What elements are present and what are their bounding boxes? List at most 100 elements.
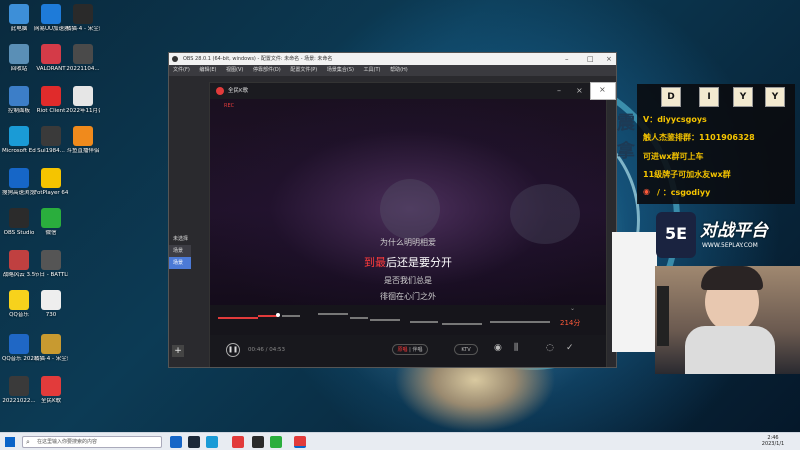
desktop-icon[interactable]: 斗鱼直播伴侣 <box>66 126 100 155</box>
desktop-icon[interactable]: OBS Studio <box>2 208 36 237</box>
karaoke-control-bar: ❚❚ 00:46 / 04:53 原唱 | 伴唱 KTV ◉ ⫼ ◌ ✓ <box>210 335 606 367</box>
desktop-icon[interactable]: Microsoft Edge <box>2 126 36 155</box>
brand-logo-block: 5E 对战平台 WWW.5EPLAY.COM <box>656 212 796 262</box>
menu-docks[interactable]: 停靠部件(D) <box>253 67 281 73</box>
desktop-icon[interactable]: 微信 <box>34 208 68 237</box>
desktop-icon[interactable]: FotPlayer 64 bit <box>34 168 68 197</box>
taskbar-clock[interactable]: 2:46 2023/1/1 <box>758 435 788 447</box>
equalizer-icon[interactable]: ⫼ <box>514 343 518 353</box>
overlay-letter: Y <box>733 87 753 107</box>
pitch-bar <box>490 321 550 323</box>
wallpaper-character <box>395 360 555 432</box>
collapse-icon[interactable]: ⌄ <box>570 305 575 312</box>
minimize-icon[interactable]: – <box>565 53 569 65</box>
menu-view[interactable]: 视图(V) <box>226 67 243 73</box>
accompany-label: 伴唱 <box>412 347 423 353</box>
mic-settings-icon[interactable]: ◉ <box>494 343 502 353</box>
taskbar-obs-icon[interactable] <box>252 436 264 448</box>
desktop-icon-image <box>41 4 61 24</box>
desktop-icon[interactable]: QQ音乐 20221021... <box>2 334 36 363</box>
close-icon[interactable]: × <box>599 85 606 94</box>
obs-no-selection-label: 未选择 <box>173 236 189 242</box>
windows-start-icon[interactable] <box>5 437 15 447</box>
close-icon[interactable]: × <box>606 53 612 65</box>
desktop-icon[interactable]: 控制面板 <box>2 86 36 115</box>
taskbar: ⌕ 在这里输入你要搜索的内容 2:46 2023/1/1 <box>0 432 800 450</box>
close-icon[interactable]: × <box>576 83 583 99</box>
ktv-mode-button[interactable]: KTV <box>454 344 478 355</box>
loop-icon[interactable]: ◌ <box>546 343 554 353</box>
desktop-icon[interactable]: 橘猫·4 - 宋尘蓬博 (2) <box>66 4 100 33</box>
desktop-icon[interactable]: 20221022... <box>2 376 36 405</box>
desktop-icon-label: QQ音乐 20221021... <box>2 356 36 362</box>
desktop-icon[interactable]: Riot Client <box>34 86 68 115</box>
taskbar-steam-icon[interactable] <box>188 436 200 448</box>
finish-check-icon[interactable]: ✓ <box>566 343 574 353</box>
desktop-icon-label: FotPlayer 64 bit <box>34 190 68 196</box>
desktop-icon-image <box>73 126 93 146</box>
desktop-icon-image <box>9 44 29 64</box>
menu-tools[interactable]: 工具(T) <box>364 67 381 73</box>
search-placeholder: 在这里输入你要搜索的内容 <box>37 439 98 445</box>
desktop-icon-label: 控制面板 <box>7 108 30 114</box>
menu-scene-collection[interactable]: 场景集合(S) <box>327 67 354 73</box>
karaoke-window[interactable]: 全民K歌 – × REC 为什么明明相爱 到最后还是要分开 是否我们总是 徘徊在… <box>209 82 607 367</box>
lyric-line-next2: 徘徊在心门之外 <box>380 292 436 301</box>
karaoke-title-bar[interactable]: 全民K歌 – × <box>210 83 606 99</box>
menu-edit[interactable]: 编辑(E) <box>199 67 216 73</box>
taskbar-wechat-icon[interactable] <box>270 436 282 448</box>
lyric-sung-part: 到最 <box>364 256 386 269</box>
desktop-icon[interactable]: 2022年11月会员日直播... <box>66 86 100 115</box>
desktop-icon[interactable]: QQ音乐 <box>2 290 36 319</box>
desktop-icon-image <box>41 376 61 396</box>
taskbar-search-input[interactable]: ⌕ 在这里输入你要搜索的内容 <box>22 436 162 448</box>
desktop-icon[interactable]: VALORANT <box>34 44 68 73</box>
obs-add-scene-button[interactable]: + <box>172 345 184 357</box>
maximize-icon[interactable]: □ <box>587 53 594 65</box>
taskbar-browser-icon[interactable] <box>170 436 182 448</box>
minimize-icon[interactable]: – <box>557 83 561 99</box>
overlay-line-fan-group: 11级牌子可加水友wx群 <box>643 170 731 179</box>
desktop-icon-label: 回收站 <box>10 66 28 72</box>
desktop-icon-label: 2022年11月会员日直播... <box>66 108 100 114</box>
desktop-icon-label: 搜狗高速浏览器 <box>2 190 36 196</box>
desktop-icon-image <box>9 376 29 396</box>
mv-bokeh <box>510 184 580 244</box>
desktop-icon[interactable]: 全民K歌 <box>34 376 68 405</box>
desktop-icon[interactable]: 此电脑 <box>2 4 36 33</box>
webcam-mic <box>657 286 669 346</box>
desktop-icon-image <box>9 290 29 310</box>
obs-title-bar[interactable]: OBS 28.0.1 (64-bit, windows) - 配置文件: 未命名… <box>169 53 616 65</box>
menu-profile[interactable]: 配置文件(P) <box>290 67 317 73</box>
obs-scene-panel: 未选择 场景 场景 <box>169 233 191 269</box>
pitch-bar-sung <box>258 315 278 317</box>
desktop-icon[interactable]: 节日 - BATTLEGR... <box>34 250 68 279</box>
desktop-icon[interactable]: Sui1984... <box>34 126 68 155</box>
desktop-icon[interactable]: 橘猫·4 - 宋尘蓬博 (2(1) <box>34 334 68 363</box>
taskbar-edge-icon[interactable] <box>206 436 218 448</box>
pause-button[interactable]: ❚❚ <box>226 343 240 357</box>
desktop-icon[interactable]: 战略风云 3.5 <box>2 250 36 279</box>
menu-file[interactable]: 文件(F) <box>173 67 190 73</box>
desktop-icon[interactable]: 20221104... <box>66 44 100 73</box>
menu-help[interactable]: 帮助(H) <box>390 67 408 73</box>
overlay-line-douyin: / ：csgodiyy <box>657 188 711 197</box>
obs-scenes-header: 场景 <box>169 245 191 257</box>
obs-scene-item[interactable]: 场景 <box>169 257 191 269</box>
desktop-icon[interactable]: 730 <box>34 290 68 319</box>
overlay-letter: I <box>699 87 719 107</box>
lyric-line-next: 是否我们总是 <box>384 276 432 285</box>
desktop-icon[interactable]: 网易UU加速器 <box>34 4 68 33</box>
desktop-icon-label: 战略风云 3.5 <box>2 272 36 278</box>
taskbar-app-icon[interactable] <box>232 436 244 448</box>
original-accompany-toggle[interactable]: 原唱 | 伴唱 <box>392 344 428 355</box>
taskbar-karaoke-icon[interactable] <box>294 436 306 448</box>
notification-popup[interactable]: × <box>590 82 616 100</box>
obs-app-icon <box>172 56 178 62</box>
playback-time: 00:46 / 04:53 <box>248 347 286 353</box>
desktop-icon[interactable]: 回收站 <box>2 44 36 73</box>
desktop-icon-label: VALORANT <box>36 66 66 72</box>
overlay-line-wx-group: 可进wx群可上车 <box>643 152 704 161</box>
desktop-icon[interactable]: 搜狗高速浏览器 <box>2 168 36 197</box>
weibo-icon: ◉ <box>643 187 650 196</box>
